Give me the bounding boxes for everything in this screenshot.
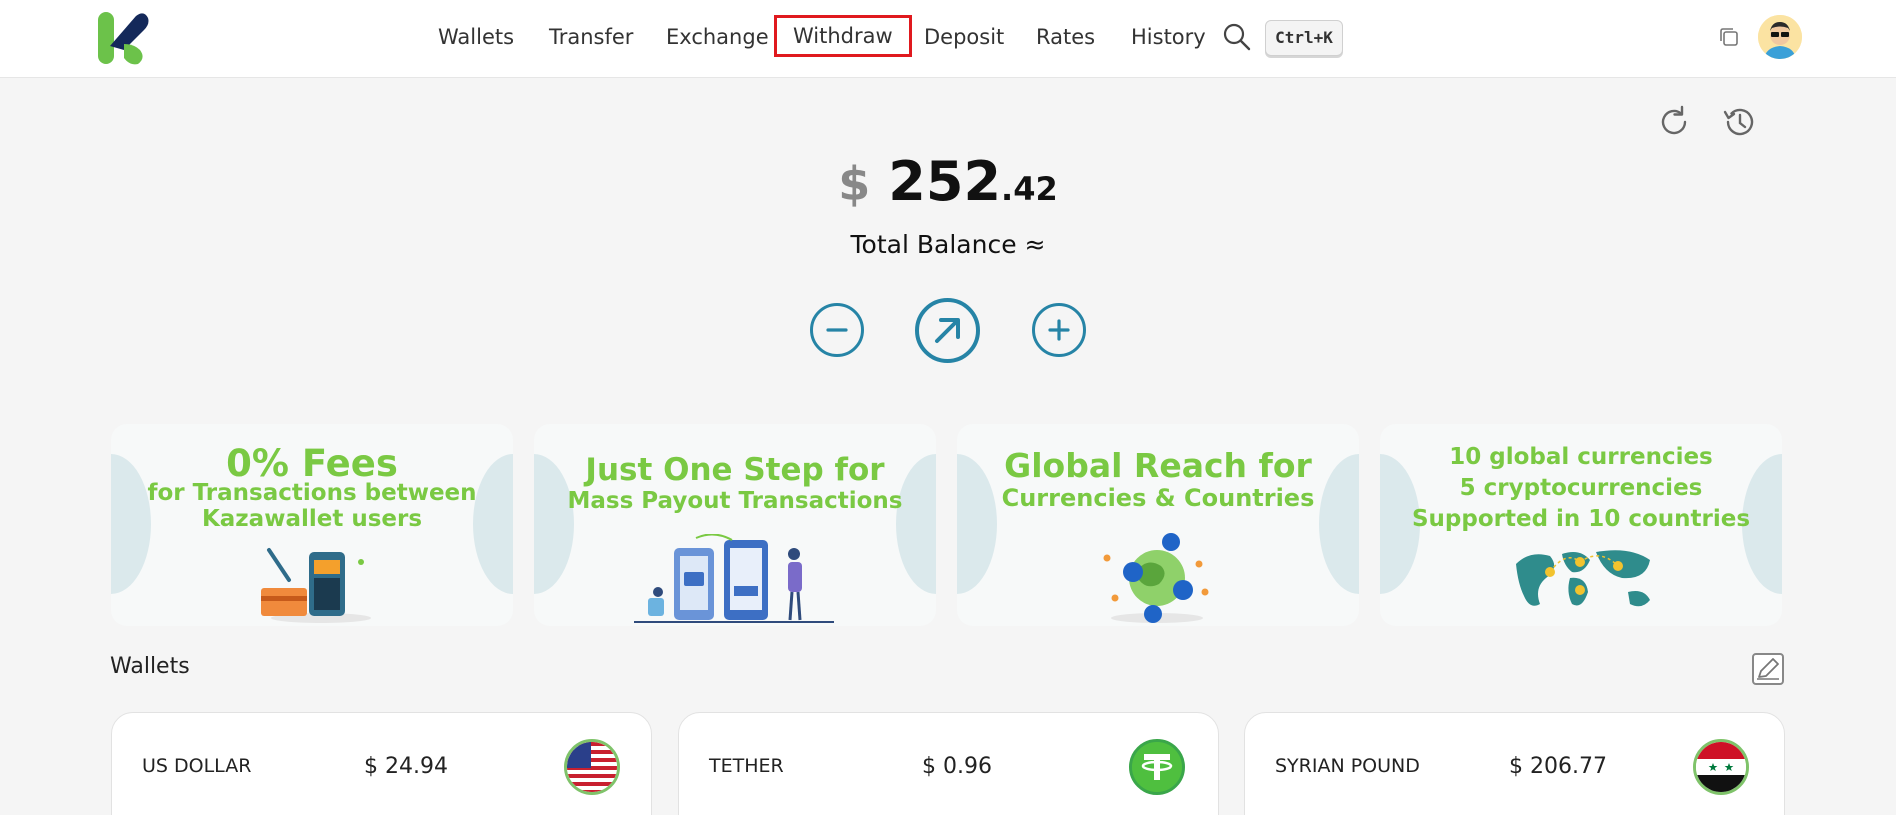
balance-currency-symbol: $ bbox=[838, 157, 871, 211]
nav-withdraw[interactable]: Withdraw bbox=[774, 15, 912, 57]
nav-wallets[interactable]: Wallets bbox=[438, 22, 514, 52]
banner-headline: Just One Step for bbox=[585, 452, 885, 488]
search-icon[interactable] bbox=[1222, 22, 1252, 52]
nav-transfer[interactable]: Transfer bbox=[549, 22, 633, 52]
avatar[interactable] bbox=[1758, 15, 1802, 59]
globe-currencies-illustration bbox=[1103, 533, 1209, 623]
wallet-name: US DOLLAR bbox=[142, 755, 252, 777]
banner-headline: Global Reach for bbox=[1004, 446, 1312, 485]
top-header: Wallets Transfer Exchange Withdraw Depos… bbox=[0, 0, 1896, 78]
wallet-amount: $ 206.77 bbox=[1509, 754, 1607, 779]
wallet-card-syp[interactable]: SYRIAN POUND $ 206.77 bbox=[1244, 712, 1785, 815]
user-avatar-icon bbox=[1758, 15, 1802, 59]
syria-flag-icon bbox=[1693, 739, 1749, 795]
nav-exchange[interactable]: Exchange bbox=[666, 22, 769, 52]
mass-payout-illustration bbox=[634, 534, 834, 623]
banner-subline: Currencies & Countries bbox=[1001, 484, 1315, 512]
balance-integer: 252 bbox=[888, 150, 1002, 213]
kazawallet-logo[interactable] bbox=[96, 10, 152, 66]
payment-terminal-illustration bbox=[261, 548, 371, 623]
deposit-action-button[interactable] bbox=[1032, 303, 1086, 357]
history-clock-icon[interactable] bbox=[1721, 104, 1757, 140]
banner-subline: Mass Payout Transactions bbox=[567, 488, 903, 514]
banner-line: Supported in 10 countries bbox=[1411, 506, 1751, 532]
promo-banner-fees[interactable]: 0% Fees for Transactions between Kazawal… bbox=[111, 424, 513, 626]
total-balance-label: Total Balance ≈ bbox=[850, 230, 1046, 259]
nav-deposit[interactable]: Deposit bbox=[924, 22, 1004, 52]
tether-icon bbox=[1129, 739, 1185, 795]
plus-circle-icon bbox=[1048, 319, 1070, 341]
banner-line: 5 cryptocurrencies bbox=[1459, 475, 1703, 501]
banner-headline: 0% Fees bbox=[226, 442, 398, 485]
nav-history[interactable]: History bbox=[1131, 22, 1206, 52]
promo-banner-mass-payout[interactable]: Just One Step for Mass Payout Transactio… bbox=[534, 424, 936, 626]
wallet-card-usd[interactable]: US DOLLAR $ 24.94 bbox=[111, 712, 652, 815]
withdraw-action-button[interactable] bbox=[810, 303, 864, 357]
banner-subline: Kazawallet users bbox=[201, 506, 423, 532]
wallet-name: SYRIAN POUND bbox=[1275, 755, 1420, 777]
edit-wallets-button[interactable] bbox=[1752, 653, 1784, 685]
refresh-icon[interactable] bbox=[1656, 104, 1692, 140]
promo-banner-global-reach[interactable]: Global Reach for Currencies & Countries bbox=[957, 424, 1359, 626]
wallet-amount: $ 24.94 bbox=[364, 754, 448, 779]
total-balance-amount: $252.42 bbox=[0, 150, 1896, 213]
banner-line: 10 global currencies bbox=[1449, 444, 1713, 470]
wallet-name: TETHER bbox=[709, 755, 784, 777]
wallet-card-tether[interactable]: TETHER $ 0.96 bbox=[678, 712, 1219, 815]
banner-subline: for Transactions between bbox=[147, 480, 477, 506]
wallets-section-title: Wallets bbox=[110, 654, 190, 679]
wallet-amount: $ 0.96 bbox=[922, 754, 992, 779]
arrow-up-right-circle-icon bbox=[935, 318, 960, 343]
nav-rates[interactable]: Rates bbox=[1036, 22, 1095, 52]
world-map-illustration bbox=[1516, 550, 1650, 607]
search-shortcut-badge[interactable]: Ctrl+K bbox=[1265, 20, 1343, 56]
copy-icon[interactable] bbox=[1718, 26, 1740, 48]
transfer-action-button[interactable] bbox=[915, 298, 980, 363]
balance-decimal: .42 bbox=[1001, 170, 1058, 208]
us-flag-icon bbox=[564, 739, 620, 795]
promo-banner-currencies[interactable]: 10 global currencies 5 cryptocurrencies … bbox=[1380, 424, 1782, 626]
edit-icon bbox=[1757, 658, 1779, 680]
minus-circle-icon bbox=[826, 328, 848, 332]
